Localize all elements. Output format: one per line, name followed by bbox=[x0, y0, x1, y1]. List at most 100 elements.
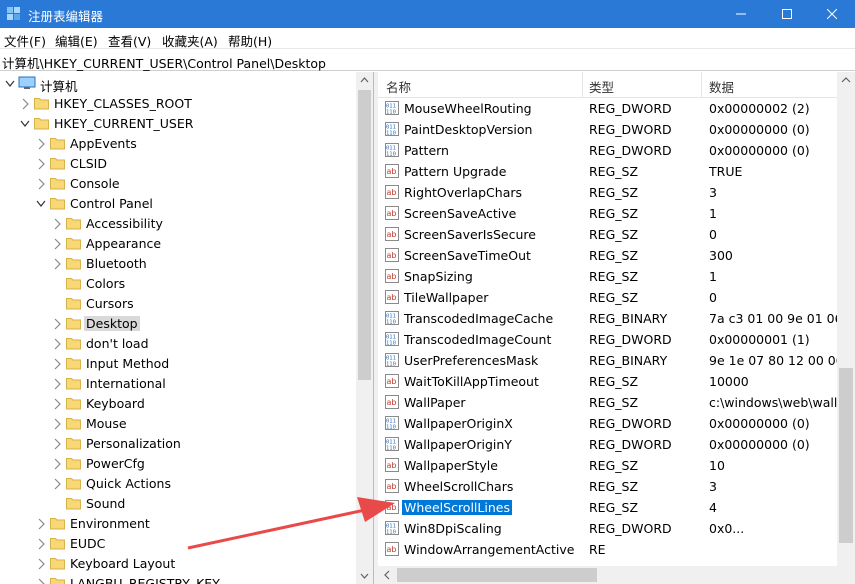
chevron-right-icon[interactable] bbox=[36, 538, 46, 550]
list-scrollbar[interactable] bbox=[837, 72, 855, 566]
chevron-right-icon[interactable] bbox=[52, 378, 62, 390]
scroll-down-arrow-icon[interactable] bbox=[356, 567, 373, 584]
value-row[interactable]: ab Pattern Upgrade REG_SZ TRUE bbox=[378, 161, 837, 182]
tree-item[interactable]: Console bbox=[0, 174, 356, 194]
chevron-right-icon[interactable] bbox=[36, 558, 46, 570]
tree-item[interactable]: EUDC bbox=[0, 534, 356, 554]
tree-item[interactable]: Personalization bbox=[0, 434, 356, 454]
minimize-button[interactable] bbox=[718, 0, 764, 28]
column-divider[interactable] bbox=[582, 72, 583, 98]
chevron-right-icon[interactable] bbox=[52, 458, 62, 470]
chevron-right-icon[interactable] bbox=[20, 98, 30, 110]
value-row[interactable]: ab WheelScrollChars REG_SZ 3 bbox=[378, 476, 837, 497]
chevron-right-icon[interactable] bbox=[52, 358, 62, 370]
value-row[interactable]: 011 110 WallpaperOriginY REG_DWORD 0x0000000… bbox=[378, 434, 837, 455]
tree-item[interactable]: HKEY_CLASSES_ROOT bbox=[0, 94, 356, 114]
close-button[interactable] bbox=[809, 0, 855, 28]
tree-item[interactable]: CLSID bbox=[0, 154, 356, 174]
value-row[interactable]: ab WaitToKillAppTimeout REG_SZ 10000 bbox=[378, 371, 837, 392]
chevron-right-icon[interactable] bbox=[36, 138, 46, 150]
menu-edit[interactable]: 编辑(E) bbox=[55, 31, 98, 50]
column-divider[interactable] bbox=[701, 72, 702, 98]
tree-item[interactable]: Keyboard Layout bbox=[0, 554, 356, 574]
chevron-right-icon[interactable] bbox=[52, 398, 62, 410]
tree-item[interactable]: Quick Actions bbox=[0, 474, 356, 494]
tree-item[interactable]: Sound bbox=[0, 494, 356, 514]
scroll-left-arrow-icon[interactable] bbox=[378, 566, 396, 584]
tree-item[interactable]: Environment bbox=[0, 514, 356, 534]
value-row[interactable]: ab WheelScrollLines REG_SZ 4 bbox=[378, 497, 837, 518]
value-row[interactable]: ab SnapSizing REG_SZ 1 bbox=[378, 266, 837, 287]
tree-item[interactable]: Mouse bbox=[0, 414, 356, 434]
chevron-right-icon[interactable] bbox=[36, 158, 46, 170]
scroll-up-arrow-icon[interactable] bbox=[837, 72, 855, 89]
tree-item[interactable]: Appearance bbox=[0, 234, 356, 254]
value-row[interactable]: 011 110 TranscodedImageCache REG_BINARY 7a c… bbox=[378, 308, 837, 329]
value-row[interactable]: ab ScreenSaveActive REG_SZ 1 bbox=[378, 203, 837, 224]
scroll-up-arrow-icon[interactable] bbox=[356, 72, 373, 89]
chevron-right-icon[interactable] bbox=[52, 338, 62, 350]
tree-item[interactable]: don't load bbox=[0, 334, 356, 354]
tree-item[interactable]: Input Method bbox=[0, 354, 356, 374]
chevron-right-icon[interactable] bbox=[52, 418, 62, 430]
value-row[interactable]: 011 110 MouseWheelRouting REG_DWORD 0x000000… bbox=[378, 98, 837, 119]
value-row[interactable]: ab WindowArrangementActive RE bbox=[378, 539, 837, 560]
menu-help[interactable]: 帮助(H) bbox=[228, 31, 272, 50]
hscroll-thumb[interactable] bbox=[397, 568, 597, 582]
tree-item[interactable]: International bbox=[0, 374, 356, 394]
tree-item-label: Mouse bbox=[86, 416, 127, 431]
tree-item-label: Console bbox=[70, 176, 120, 191]
value-row[interactable]: ab WallpaperStyle REG_SZ 10 bbox=[378, 455, 837, 476]
chevron-right-icon[interactable] bbox=[52, 218, 62, 230]
column-name-header[interactable]: 名称 bbox=[386, 77, 411, 96]
chevron-right-icon[interactable] bbox=[52, 478, 62, 490]
value-row[interactable]: ab WallPaper REG_SZ c:\windows\web\wallp bbox=[378, 392, 837, 413]
menu-file[interactable]: 文件(F) bbox=[4, 31, 46, 50]
list-scroll-thumb[interactable] bbox=[839, 368, 853, 543]
list-horizontal-scrollbar[interactable] bbox=[378, 566, 855, 584]
value-row[interactable]: 011 110 PaintDesktopVersion REG_DWORD 0x0000… bbox=[378, 119, 837, 140]
tree-scrollbar[interactable] bbox=[356, 72, 373, 584]
tree-item[interactable]: LANGBU_REGISTRY_KEY bbox=[0, 574, 356, 584]
tree-item[interactable]: HKEY_CURRENT_USER bbox=[0, 114, 356, 134]
chevron-down-icon[interactable] bbox=[5, 78, 15, 90]
tree-item[interactable]: Desktop bbox=[0, 314, 356, 334]
value-row[interactable]: 011 110 Pattern REG_DWORD 0x00000000 (0) bbox=[378, 140, 837, 161]
value-row[interactable]: 011 110 TranscodedImageCount REG_DWORD 0x000… bbox=[378, 329, 837, 350]
chevron-right-icon[interactable] bbox=[52, 318, 62, 330]
tree-item-label: Personalization bbox=[86, 436, 181, 451]
chevron-right-icon[interactable] bbox=[52, 258, 62, 270]
value-row[interactable]: ab RightOverlapChars REG_SZ 3 bbox=[378, 182, 837, 203]
tree-item[interactable]: Cursors bbox=[0, 294, 356, 314]
value-row[interactable]: 011 110 UserPreferencesMask REG_BINARY 9e 1e… bbox=[378, 350, 837, 371]
chevron-right-icon[interactable] bbox=[52, 238, 62, 250]
value-row[interactable]: ab ScreenSaverIsSecure REG_SZ 0 bbox=[378, 224, 837, 245]
chevron-down-icon[interactable] bbox=[36, 198, 46, 210]
chevron-right-icon[interactable] bbox=[36, 178, 46, 190]
tree-item-label: Keyboard Layout bbox=[70, 556, 176, 571]
tree-item[interactable]: AppEvents bbox=[0, 134, 356, 154]
tree-root[interactable]: 计算机 bbox=[0, 74, 356, 94]
menu-view[interactable]: 查看(V) bbox=[108, 31, 151, 50]
tree-item[interactable]: Accessibility bbox=[0, 214, 356, 234]
chevron-right-icon[interactable] bbox=[52, 438, 62, 450]
column-data-header[interactable]: 数据 bbox=[709, 77, 734, 96]
value-row[interactable]: ab TileWallpaper REG_SZ 0 bbox=[378, 287, 837, 308]
chevron-down-icon[interactable] bbox=[20, 118, 30, 130]
menu-favorites[interactable]: 收藏夹(A) bbox=[162, 31, 218, 50]
tree-item[interactable]: Keyboard bbox=[0, 394, 356, 414]
value-row[interactable]: 011 110 Win8DpiScaling REG_DWORD 0x0... bbox=[378, 518, 837, 539]
maximize-button[interactable] bbox=[764, 0, 810, 28]
value-name: WallpaperOriginX bbox=[404, 416, 513, 431]
chevron-right-icon[interactable] bbox=[36, 578, 46, 584]
column-type-header[interactable]: 类型 bbox=[589, 77, 614, 96]
tree-item[interactable]: PowerCfg bbox=[0, 454, 356, 474]
value-row[interactable]: ab ScreenSaveTimeOut REG_SZ 300 bbox=[378, 245, 837, 266]
value-row[interactable]: 011 110 WallpaperOriginX REG_DWORD 0x0000000… bbox=[378, 413, 837, 434]
address-bar[interactable]: 计算机\HKEY_CURRENT_USER\Control Panel\Desk… bbox=[0, 49, 855, 71]
tree-scroll-thumb[interactable] bbox=[358, 90, 371, 380]
tree-item[interactable]: Colors bbox=[0, 274, 356, 294]
tree-item[interactable]: Bluetooth bbox=[0, 254, 356, 274]
tree-item[interactable]: Control Panel bbox=[0, 194, 356, 214]
chevron-right-icon[interactable] bbox=[36, 518, 46, 530]
